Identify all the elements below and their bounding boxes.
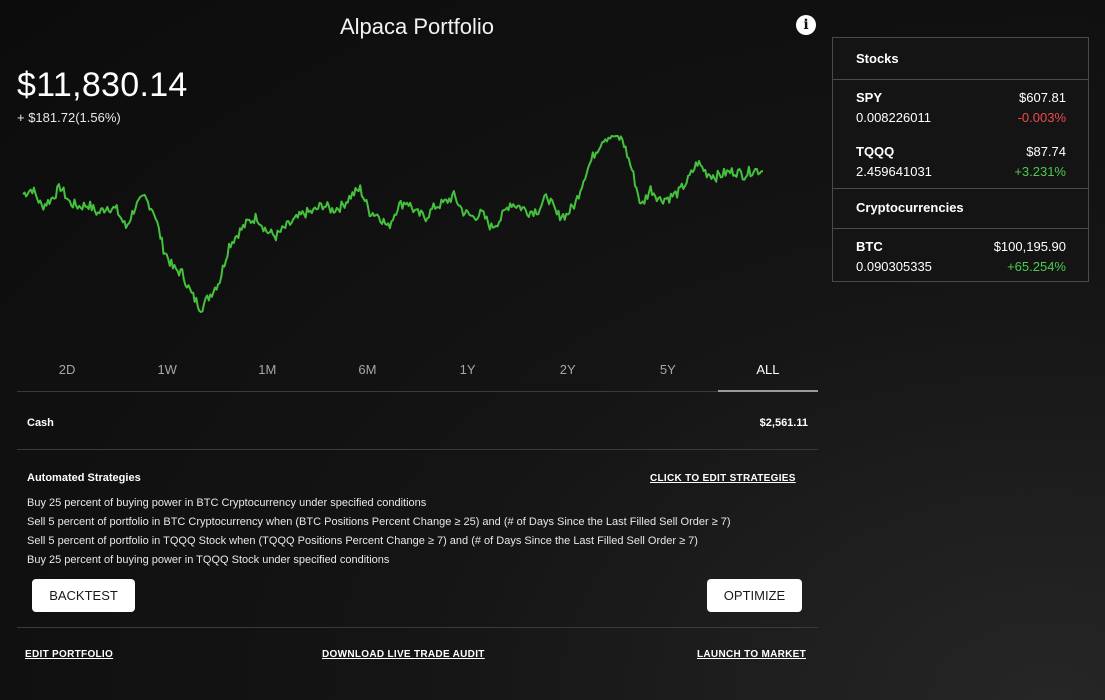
cash-row: Cash $2,561.11 — [17, 405, 818, 450]
portfolio-change: + $181.72(1.56%) — [17, 110, 121, 125]
portfolio-line-chart — [22, 135, 763, 313]
holding-price: $100,195.90 — [993, 239, 1066, 254]
tab-1y[interactable]: 1Y — [418, 352, 518, 391]
strategy-item: Sell 5 percent of portfolio in TQQQ Stoc… — [27, 535, 698, 547]
tab-2d[interactable]: 2D — [17, 352, 117, 391]
backtest-button[interactable]: BACKTEST — [32, 579, 135, 612]
crypto-section-title: Cryptocurrencies — [833, 188, 1088, 229]
holding-price: $607.81 — [1019, 90, 1066, 105]
holding-tqqq[interactable]: TQQQ $87.74 2.459641031 +3.231% — [833, 134, 1088, 188]
holding-btc[interactable]: BTC $100,195.90 0.090305335 +65.254% — [833, 229, 1088, 283]
strategy-list: Buy 25 percent of buying power in BTC Cr… — [27, 496, 817, 572]
info-icon[interactable]: i — [796, 15, 816, 35]
holding-quantity: 0.008226011 — [856, 110, 931, 125]
tab-5y[interactable]: 5Y — [618, 352, 718, 391]
holding-change: -0.003% — [1017, 110, 1066, 125]
range-tabs: 2D 1W 1M 6M 1Y 2Y 5Y ALL — [17, 352, 819, 392]
cash-value: $2,561.11 — [759, 417, 808, 429]
page-title: Alpaca Portfolio — [339, 14, 495, 39]
launch-to-market-link[interactable]: LAUNCH TO MARKET — [697, 649, 806, 660]
strategy-item: Sell 5 percent of portfolio in BTC Crypt… — [27, 516, 731, 528]
holding-symbol: SPY — [856, 90, 883, 105]
portfolio-total-value: $11,830.14 — [17, 66, 188, 104]
tab-all[interactable]: ALL — [717, 352, 819, 392]
download-audit-link[interactable]: DOWNLOAD LIVE TRADE AUDIT — [322, 649, 485, 660]
edit-portfolio-link[interactable]: EDIT PORTFOLIO — [25, 649, 113, 660]
tab-6m[interactable]: 6M — [317, 352, 417, 391]
strategy-item: Buy 25 percent of buying power in TQQQ S… — [27, 554, 390, 566]
holding-symbol: BTC — [856, 239, 883, 254]
optimize-button[interactable]: OPTIMIZE — [707, 579, 802, 612]
portfolio-value-line — [22, 135, 763, 313]
tab-1w[interactable]: 1W — [117, 352, 217, 391]
holding-quantity: 0.090305335 — [856, 259, 932, 274]
stocks-section-title: Stocks — [833, 38, 1088, 80]
edit-strategies-link[interactable]: CLICK TO EDIT STRATEGIES — [650, 473, 796, 484]
portfolio-chart — [17, 130, 777, 320]
holding-symbol: TQQQ — [856, 144, 895, 159]
tab-1m[interactable]: 1M — [217, 352, 317, 391]
holding-spy[interactable]: SPY $607.81 0.008226011 -0.003% — [833, 80, 1088, 134]
portfolio-page: Alpaca Portfolio i $11,830.14 + $181.72(… — [0, 0, 1105, 700]
holdings-panel: Stocks SPY $607.81 0.008226011 -0.003% T… — [832, 37, 1089, 282]
holding-quantity: 2.459641031 — [856, 164, 932, 179]
holding-change: +3.231% — [1014, 164, 1066, 179]
holding-price: $87.74 — [1026, 144, 1066, 159]
tab-2y[interactable]: 2Y — [518, 352, 618, 391]
footer-divider — [17, 627, 818, 628]
strategy-item: Buy 25 percent of buying power in BTC Cr… — [27, 497, 427, 509]
cash-label: Cash — [27, 417, 54, 429]
holding-change: +65.254% — [1007, 259, 1066, 274]
strategies-title: Automated Strategies — [27, 472, 141, 484]
